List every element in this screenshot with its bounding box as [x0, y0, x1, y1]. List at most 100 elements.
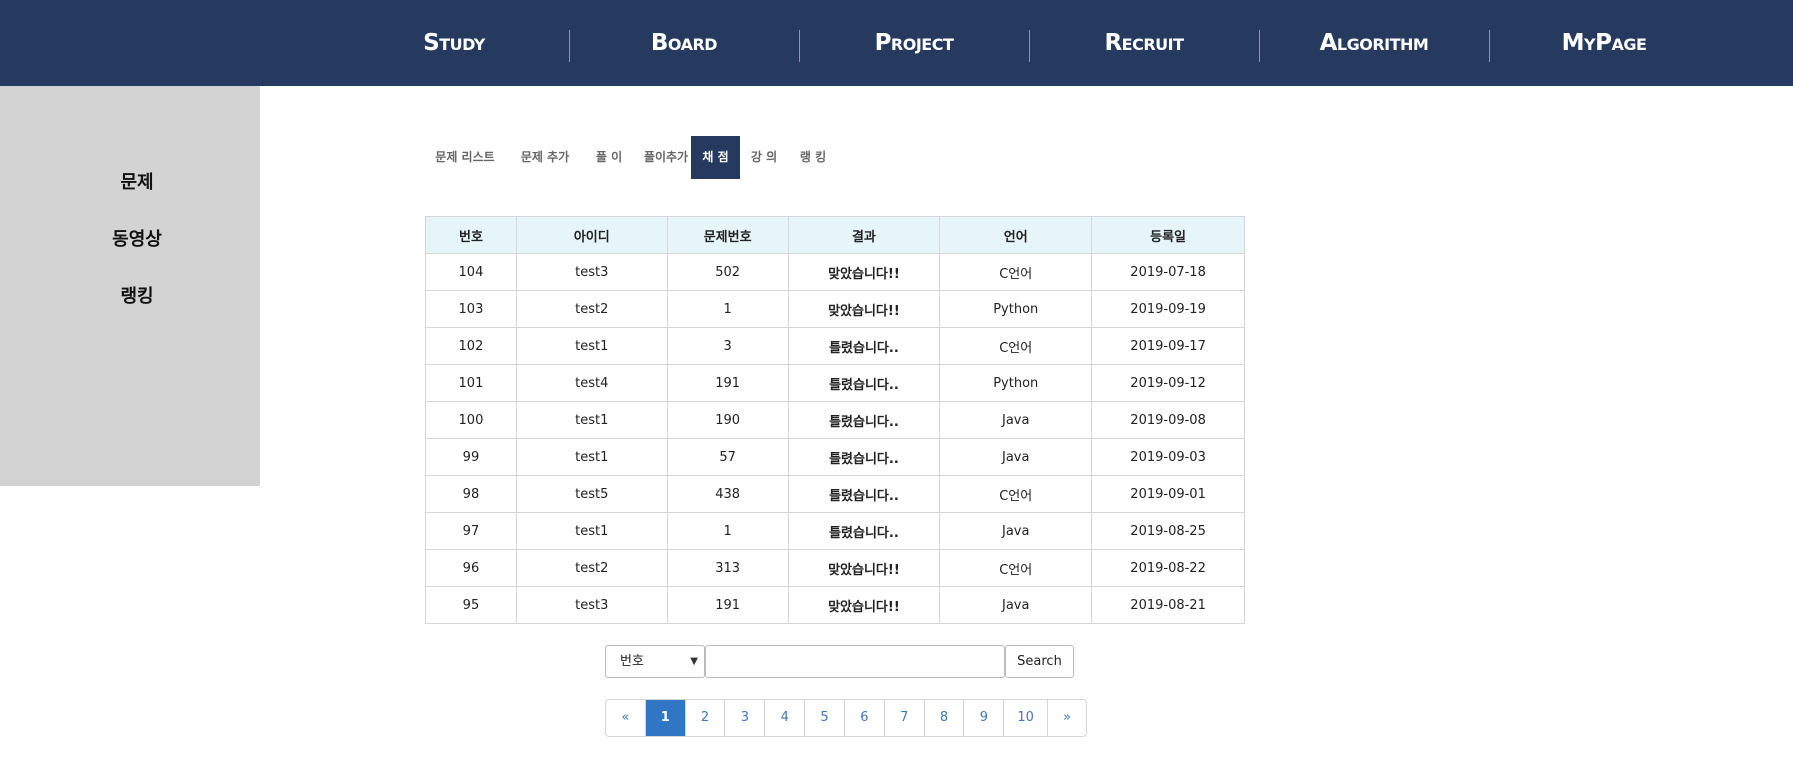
column-header-result: 결과	[787, 216, 941, 254]
page-7[interactable]: 7	[885, 700, 925, 736]
tab-solution[interactable]: 풀 이	[585, 136, 633, 179]
cell-problem-number: 3	[666, 327, 789, 365]
nav-study[interactable]: Study	[339, 0, 569, 86]
page-1[interactable]: 1	[645, 700, 686, 736]
table-row[interactable]: 95 test3 191 맞았습니다!! Java 2019-08-21	[425, 586, 1245, 624]
page-5[interactable]: 5	[805, 700, 845, 736]
cell-result: 맞았습니다!!	[787, 586, 941, 624]
page-10[interactable]: 10	[1004, 700, 1049, 736]
cell-number: 97	[425, 512, 517, 550]
sidebar-item-videos[interactable]: 동영상	[0, 225, 274, 251]
cell-date: 2019-09-17	[1091, 327, 1245, 365]
cell-language: C언어	[939, 549, 1093, 587]
table-row[interactable]: 97 test1 1 틀렸습니다.. Java 2019-08-25	[425, 512, 1245, 550]
search-field-select[interactable]: 번호 ▼	[605, 645, 705, 678]
cell-language: Java	[939, 438, 1093, 476]
cell-result: 틀렸습니다..	[787, 401, 941, 439]
tab-lecture[interactable]: 강 의	[740, 136, 788, 179]
cell-date: 2019-09-08	[1091, 401, 1245, 439]
cell-result: 틀렸습니다..	[787, 512, 941, 550]
column-header-problem-number: 문제번호	[666, 216, 789, 254]
tab-problem-list[interactable]: 문제 리스트	[425, 136, 505, 179]
cell-problem-number: 1	[666, 512, 789, 550]
cell-date: 2019-07-18	[1091, 253, 1245, 291]
page-3[interactable]: 3	[725, 700, 766, 736]
sidebar-item-ranking[interactable]: 랭킹	[0, 282, 274, 308]
cell-problem-number: 438	[666, 475, 789, 513]
cell-number: 101	[425, 364, 517, 402]
table-row[interactable]: 96 test2 313 맞았습니다!! C언어 2019-08-22	[425, 549, 1245, 587]
cell-result: 틀렸습니다..	[787, 327, 941, 365]
cell-result: 맞았습니다!!	[787, 253, 941, 291]
cell-language: Python	[939, 290, 1093, 328]
table-row[interactable]: 101 test4 191 틀렸습니다.. Python 2019-09-12	[425, 364, 1245, 402]
nav-project[interactable]: Project	[799, 0, 1029, 86]
cell-user-id: test5	[515, 475, 668, 513]
table-row[interactable]: 100 test1 190 틀렸습니다.. Java 2019-09-08	[425, 401, 1245, 439]
cell-number: 98	[425, 475, 517, 513]
cell-number: 104	[425, 253, 517, 291]
cell-result: 틀렸습니다..	[787, 475, 941, 513]
nav-algorithm[interactable]: Algorithm	[1259, 0, 1489, 86]
cell-problem-number: 502	[666, 253, 789, 291]
page-2[interactable]: 2	[686, 700, 726, 736]
tab-add-problem[interactable]: 문제 추가	[505, 136, 585, 179]
search-input[interactable]	[705, 645, 1005, 678]
cell-result: 맞았습니다!!	[787, 290, 941, 328]
sidebar: 문제 동영상 랭킹	[0, 86, 260, 486]
table-row[interactable]: 103 test2 1 맞았습니다!! Python 2019-09-19	[425, 290, 1245, 328]
top-navigation: Study Board Project Recruit Algorithm My…	[0, 0, 1793, 86]
cell-problem-number: 191	[666, 586, 789, 624]
table-row[interactable]: 102 test1 3 틀렸습니다.. C언어 2019-09-17	[425, 327, 1245, 365]
page-9[interactable]: 9	[964, 700, 1005, 736]
cell-language: C언어	[939, 327, 1093, 365]
page-8[interactable]: 8	[925, 700, 965, 736]
cell-language: C언어	[939, 253, 1093, 291]
column-header-date: 등록일	[1091, 216, 1245, 254]
cell-date: 2019-08-25	[1091, 512, 1245, 550]
cell-date: 2019-08-21	[1091, 586, 1245, 624]
cell-number: 96	[425, 549, 517, 587]
pagination-next[interactable]: »	[1048, 700, 1086, 736]
cell-language: Java	[939, 512, 1093, 550]
cell-result: 틀렸습니다..	[787, 438, 941, 476]
sidebar-item-problems[interactable]: 문제	[0, 168, 274, 194]
tab-add-solution[interactable]: 풀이추가	[633, 136, 699, 179]
cell-number: 95	[425, 586, 517, 624]
cell-user-id: test2	[515, 290, 668, 328]
column-header-user-id: 아이디	[515, 216, 668, 254]
tab-grading[interactable]: 채 점	[691, 136, 740, 179]
cell-language: Python	[939, 364, 1093, 402]
pagination-prev[interactable]: «	[606, 700, 646, 736]
cell-date: 2019-09-12	[1091, 364, 1245, 402]
cell-problem-number: 313	[666, 549, 789, 587]
nav-mypage[interactable]: MyPage	[1489, 0, 1719, 86]
cell-date: 2019-09-19	[1091, 290, 1245, 328]
cell-date: 2019-09-03	[1091, 438, 1245, 476]
page-6[interactable]: 6	[845, 700, 885, 736]
cell-language: Java	[939, 586, 1093, 624]
cell-result: 틀렸습니다..	[787, 364, 941, 402]
page-4[interactable]: 4	[765, 700, 806, 736]
table-row[interactable]: 99 test1 57 틀렸습니다.. Java 2019-09-03	[425, 438, 1245, 476]
cell-user-id: test3	[515, 253, 668, 291]
search-field-value: 번호	[620, 654, 644, 669]
cell-user-id: test4	[515, 364, 668, 402]
cell-problem-number: 191	[666, 364, 789, 402]
cell-date: 2019-09-01	[1091, 475, 1245, 513]
nav-board[interactable]: Board	[569, 0, 799, 86]
table-row[interactable]: 104 test3 502 맞았습니다!! C언어 2019-07-18	[425, 253, 1245, 291]
tab-ranking[interactable]: 랭 킹	[788, 136, 838, 179]
search-button[interactable]: Search	[1005, 645, 1074, 678]
cell-result: 맞았습니다!!	[787, 549, 941, 587]
table-header-row: 번호 아이디 문제번호 결과 언어 등록일	[425, 216, 1245, 254]
cell-user-id: test3	[515, 586, 668, 624]
cell-user-id: test1	[515, 327, 668, 365]
nav-recruit[interactable]: Recruit	[1029, 0, 1259, 86]
cell-number: 99	[425, 438, 517, 476]
cell-date: 2019-08-22	[1091, 549, 1245, 587]
cell-language: C언어	[939, 475, 1093, 513]
table-row[interactable]: 98 test5 438 틀렸습니다.. C언어 2019-09-01	[425, 475, 1245, 513]
pagination: « 1 2 3 4 5 6 7 8 9 10 »	[605, 699, 1087, 737]
cell-number: 100	[425, 401, 517, 439]
